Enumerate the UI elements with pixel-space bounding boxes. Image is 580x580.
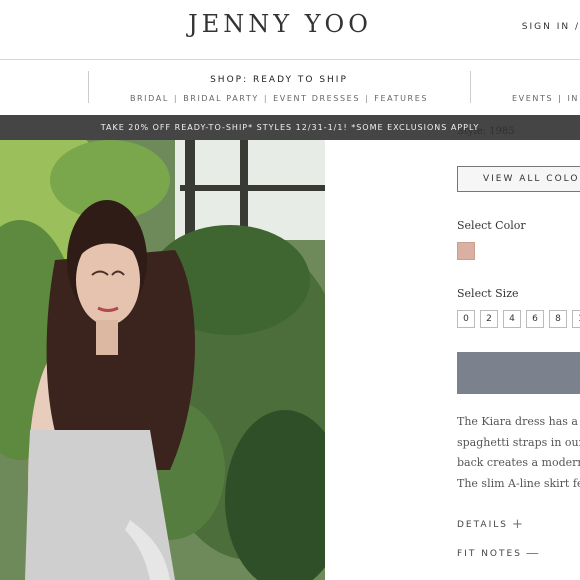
details-label: DETAILS	[457, 520, 508, 530]
nav-link-event-dresses[interactable]: EVENT DRESSES	[273, 94, 360, 103]
description-line: The slim A-line skirt feat	[457, 476, 580, 490]
fit-notes-label: FIT NOTES	[457, 549, 522, 559]
size-option-8[interactable]: 8	[549, 310, 567, 328]
size-option-6[interactable]: 6	[526, 310, 544, 328]
product-description: The Kiara dress has a sle spaghetti stra…	[457, 412, 580, 494]
fit-notes-toggle[interactable]: FIT NOTES —	[457, 546, 539, 561]
select-size-label: Select Size	[457, 287, 519, 300]
view-all-colors-button[interactable]: VIEW ALL COLOR	[457, 166, 580, 192]
description-line: spaghetti straps in our fl	[457, 435, 580, 449]
promo-banner[interactable]: TAKE 20% OFF READY-TO-SHIP* STYLES 12/31…	[0, 115, 580, 140]
nav-link-in[interactable]: IN	[567, 94, 579, 103]
secondary-nav-links: EVENTS | IN	[512, 94, 579, 103]
nav-link-features[interactable]: FEATURES	[374, 94, 428, 103]
brand-logo[interactable]: JENNY YOO	[0, 10, 560, 38]
select-color-label: Select Color	[457, 219, 526, 232]
size-option-4[interactable]: 4	[503, 310, 521, 328]
product-photo[interactable]	[0, 140, 325, 580]
sign-in-link[interactable]: SIGN IN /	[522, 22, 580, 32]
site-header: JENNY YOO SIGN IN /	[0, 0, 580, 60]
nav-link-bridal-party[interactable]: BRIDAL PARTY	[183, 94, 259, 103]
shop-nav: SHOP: READY TO SHIP BRIDAL | BRIDAL PARTY |…	[0, 61, 580, 115]
minus-icon: —	[525, 546, 539, 561]
description-line: back creates a modern cu	[457, 456, 580, 469]
add-to-bag-button[interactable]	[457, 352, 580, 394]
size-option-10[interactable]: 1	[572, 310, 580, 328]
shop-nav-links: BRIDAL | BRIDAL PARTY | EVENT DRESSES | FEATUR…	[129, 94, 429, 103]
description-line: The Kiara dress has a sle	[457, 415, 580, 428]
nav-link-bridal[interactable]: BRIDAL	[130, 94, 169, 103]
nav-divider	[470, 71, 471, 103]
nav-link-events[interactable]: EVENTS	[512, 94, 553, 103]
size-option-2[interactable]: 2	[480, 310, 498, 328]
details-toggle[interactable]: DETAILS +	[457, 517, 523, 532]
color-swatch[interactable]	[457, 242, 475, 260]
size-option-0[interactable]: 0	[457, 310, 475, 328]
plus-icon: +	[511, 517, 523, 532]
model-image	[0, 140, 325, 580]
size-options: 0 2 4 6 8 1	[457, 310, 580, 328]
shop-nav-title[interactable]: SHOP: READY TO SHIP	[88, 75, 470, 85]
